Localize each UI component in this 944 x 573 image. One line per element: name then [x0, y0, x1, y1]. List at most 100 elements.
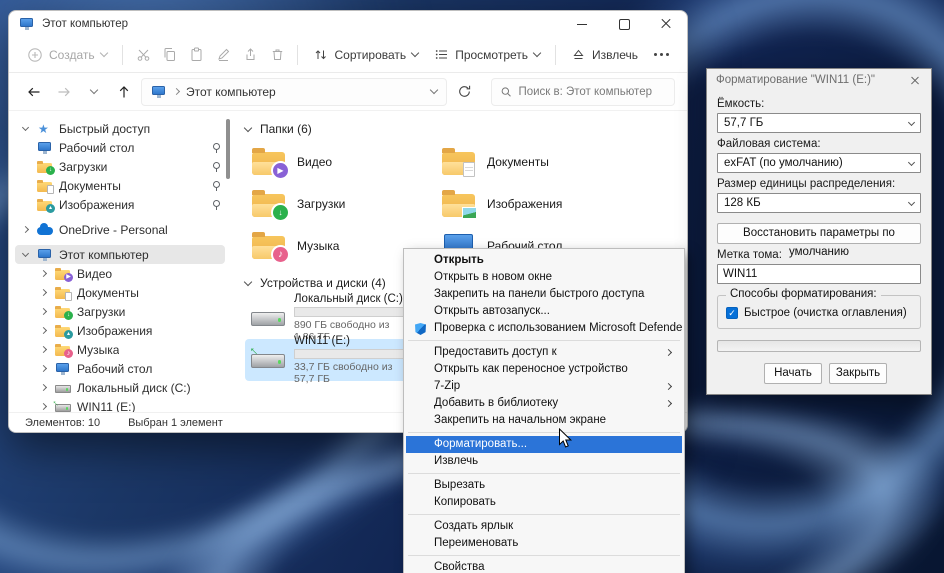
eject-button-label: Извлечь	[592, 47, 639, 62]
sidebar-item-desktop-tree[interactable]: Рабочий стол	[33, 359, 225, 378]
address-bar[interactable]: Этот компьютер	[141, 77, 447, 106]
address-dropdown-icon[interactable]	[429, 85, 439, 95]
sidebar-item-quick-access[interactable]: ★ Быстрый доступ	[15, 119, 225, 138]
menu-separator	[408, 555, 680, 556]
chevron-down-icon[interactable]	[21, 249, 29, 257]
refresh-button[interactable]	[451, 79, 477, 105]
folder-tile-documents[interactable]: Документы	[435, 141, 625, 183]
downloads-folder-icon	[251, 189, 288, 220]
rename-button[interactable]	[210, 41, 237, 69]
new-button[interactable]: Создать	[19, 42, 115, 68]
filesystem-select[interactable]: exFAT (по умолчанию)	[717, 153, 921, 173]
menu-item-pin-to-start[interactable]: Закрепить на начальном экране	[406, 412, 682, 429]
format-options-label: Способы форматирования:	[726, 288, 881, 300]
menu-item-format[interactable]: Форматировать...	[406, 436, 682, 453]
sidebar-item-pictures-tree[interactable]: Изображения	[33, 321, 225, 340]
collapse-icon[interactable]	[243, 123, 253, 132]
quick-format-option[interactable]: Быстрое (очистка оглавления)	[726, 307, 912, 319]
view-button[interactable]: Просмотреть	[426, 42, 548, 67]
sidebar-item-pictures[interactable]: Изображения	[33, 195, 225, 214]
volume-label-input[interactable]	[717, 264, 921, 284]
sidebar-scrollbar-thumb[interactable]	[226, 119, 230, 179]
sidebar-item-videos[interactable]: Видео	[33, 264, 225, 283]
chevron-right-icon[interactable]	[39, 364, 47, 373]
hard-drive-icon	[250, 303, 286, 333]
folder-tile-downloads[interactable]: Загрузки	[245, 183, 435, 225]
chevron-down-icon[interactable]	[21, 123, 29, 131]
sidebar-item-music[interactable]: Музыка	[33, 340, 225, 359]
sidebar-item-downloads[interactable]: Загрузки	[33, 157, 225, 176]
folder-tile-videos[interactable]: Видео	[245, 141, 435, 183]
chevron-right-icon[interactable]	[39, 307, 47, 316]
search-input[interactable]	[518, 85, 666, 98]
share-button[interactable]	[237, 41, 264, 69]
breadcrumb[interactable]: Этот компьютер	[186, 85, 276, 99]
sidebar-item-this-pc[interactable]: Этот компьютер	[15, 245, 225, 264]
chevron-right-icon[interactable]	[39, 269, 47, 278]
chevron-right-icon[interactable]	[39, 383, 47, 392]
checkbox-checked-icon[interactable]	[726, 307, 738, 319]
menu-item-create-shortcut[interactable]: Создать ярлык	[406, 518, 682, 535]
sidebar-item-documents-tree[interactable]: Документы	[33, 283, 225, 302]
chevron-down-icon	[907, 198, 916, 206]
more-options-button[interactable]	[646, 53, 677, 56]
menu-item-properties[interactable]: Свойства	[406, 559, 682, 573]
drive-tile-win11-e[interactable]: ↑ WIN11 (E:) 33,7 ГБ свободно из 57,7 ГБ	[245, 335, 415, 385]
pin-icon	[212, 180, 221, 191]
cut-button[interactable]	[130, 41, 157, 69]
menu-item-add-to-library[interactable]: Добавить в библиотеку	[406, 395, 682, 412]
close-button[interactable]	[645, 11, 687, 37]
up-button[interactable]	[111, 79, 137, 105]
sidebar-item-local-disk-c[interactable]: Локальный диск (C:)	[33, 378, 225, 397]
sidebar-item-win11-e[interactable]: ↑ WIN11 (E:)	[33, 397, 225, 412]
videos-folder-icon	[55, 267, 73, 282]
menu-item-pin-quick-access[interactable]: Закрепить на панели быстрого доступа	[406, 286, 682, 303]
back-button[interactable]	[21, 79, 47, 105]
menu-item-cut[interactable]: Вырезать	[406, 477, 682, 494]
chevron-right-icon[interactable]	[39, 288, 47, 297]
chevron-right-icon[interactable]	[39, 345, 47, 354]
collapse-icon[interactable]	[243, 277, 253, 286]
desktop-icon	[55, 362, 71, 376]
chevron-right-icon[interactable]	[39, 402, 47, 411]
capacity-select[interactable]: 57,7 ГБ	[717, 113, 921, 133]
sidebar-item-downloads-tree[interactable]: Загрузки	[33, 302, 225, 321]
recent-locations-button[interactable]	[81, 79, 107, 105]
folder-tile-pictures[interactable]: Изображения	[435, 183, 625, 225]
allocation-select[interactable]: 128 КБ	[717, 193, 921, 213]
start-button[interactable]: Начать	[764, 363, 822, 384]
restore-defaults-button[interactable]: Восстановить параметры по умолчанию	[717, 223, 921, 258]
drive-tile-local-disk-c[interactable]: Локальный диск (C:) 890 ГБ свободно из 1…	[245, 293, 415, 343]
defender-shield-icon	[415, 323, 426, 335]
chevron-right-icon[interactable]	[39, 326, 47, 335]
menu-item-portable-device[interactable]: Открыть как переносное устройство	[406, 361, 682, 378]
sort-button[interactable]: Сортировать	[305, 42, 426, 67]
close-dialog-button[interactable]: Закрыть	[829, 363, 887, 384]
pictures-folder-icon	[55, 324, 73, 339]
sidebar-item-onedrive[interactable]: OneDrive - Personal	[15, 220, 225, 239]
search-box[interactable]	[491, 77, 675, 106]
sidebar-item-desktop[interactable]: Рабочий стол	[33, 138, 225, 157]
sidebar-item-documents[interactable]: Документы	[33, 176, 225, 195]
menu-item-eject[interactable]: Извлечь	[406, 453, 682, 470]
menu-item-autoplay[interactable]: Открыть автозапуск...	[406, 303, 682, 320]
dialog-close-button[interactable]	[899, 69, 931, 91]
folders-section-header[interactable]: Папки (6)	[243, 119, 687, 139]
menu-item-rename[interactable]: Переименовать	[406, 535, 682, 552]
menu-item-7zip[interactable]: 7-Zip	[406, 378, 682, 395]
maximize-button[interactable]	[603, 11, 645, 37]
forward-button[interactable]	[51, 79, 77, 105]
desktop-icon	[37, 141, 53, 155]
menu-item-open-new-window[interactable]: Открыть в новом окне	[406, 269, 682, 286]
copy-button[interactable]	[156, 41, 183, 69]
menu-item-open[interactable]: Открыть	[406, 252, 682, 269]
menu-item-copy[interactable]: Копировать	[406, 494, 682, 511]
menu-item-defender-scan[interactable]: Проверка с использованием Microsoft Defe…	[406, 320, 682, 337]
chevron-right-icon[interactable]	[21, 225, 29, 234]
paste-button[interactable]	[183, 41, 210, 69]
menu-separator	[408, 340, 680, 341]
delete-button[interactable]	[264, 41, 291, 69]
minimize-button[interactable]	[561, 11, 603, 37]
eject-button[interactable]: Извлечь	[563, 42, 646, 67]
menu-item-give-access[interactable]: Предоставить доступ к	[406, 344, 682, 361]
